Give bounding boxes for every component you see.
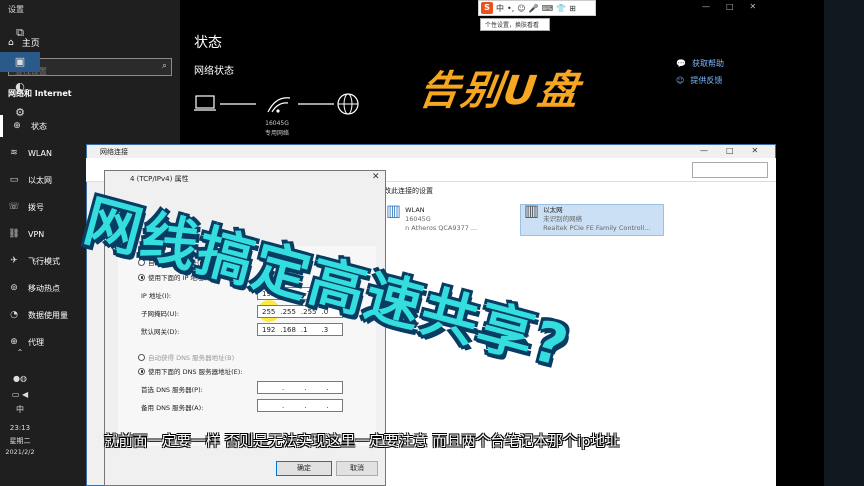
feedback-link[interactable]: ☺ 提供反馈 (676, 75, 722, 86)
mask-octet: 255 (262, 307, 276, 316)
radio-dot (138, 353, 145, 361)
sidebar-item-label: 飞行模式 (28, 256, 60, 266)
wifi-icon: ≋ (10, 148, 18, 158)
auto-dns-label: 自动获得 DNS 服务器地址(B) (148, 354, 235, 362)
tray-network-icon[interactable]: ▭ ◀ (0, 390, 40, 399)
gw-octet: 168 (282, 325, 296, 334)
sidebar-item-label: VPN (28, 229, 45, 239)
cancel-button[interactable]: 取消 (336, 461, 378, 476)
net-window-title: 网络连接 (100, 148, 128, 156)
adapter-name: 以太网 (543, 206, 563, 214)
video-headline: 告别U盘 (416, 68, 584, 114)
window-controls[interactable]: —□✕ (702, 2, 772, 11)
sidebar-item-label: 以太网 (28, 175, 52, 185)
clock-time[interactable]: 23:13 (0, 424, 40, 432)
adapter-wlan[interactable]: ▥ WLAN 16045G n Atheros QCA9377 ... (386, 201, 478, 233)
ime-punct-icon[interactable]: •, (507, 4, 514, 13)
window-title: 设置 (8, 5, 24, 14)
radio-dot (138, 273, 145, 281)
ip-label: IP 地址(I): (141, 292, 172, 300)
globe-icon: ⊕ (13, 121, 21, 131)
dns1-label: 首选 DNS 服务器(P): (141, 386, 203, 394)
hotspot-icon: ⊚ (10, 283, 18, 293)
mic-icon[interactable]: 🎤 (529, 4, 539, 13)
gateway-label: 默认网关(D): (141, 328, 180, 336)
net-window-controls[interactable]: —□✕ (700, 146, 776, 155)
sidebar-item-label: 移动热点 (28, 283, 60, 293)
get-help-link[interactable]: 💬 获取帮助 (676, 58, 724, 69)
alternate-dns-field[interactable]: ... (257, 399, 343, 412)
adapter-ethernet[interactable]: ▥ 以太网 未识别的网络 Realtek PCIe FE Family Cont… (524, 201, 651, 233)
sidebar-item-label: 数据使用量 (28, 310, 68, 320)
wifi-signal-icon (267, 97, 291, 113)
adapter-network: 未识别的网络 (543, 215, 583, 223)
net-window-search[interactable] (692, 162, 768, 178)
sidebar-item-label: WLAN (28, 148, 53, 158)
internet-globe-icon (337, 93, 359, 115)
network-status-heading: 网络状态 (194, 66, 234, 77)
auto-dns-radio[interactable]: 自动获得 DNS 服务器地址(B) (138, 352, 234, 362)
mask-label: 子网掩码(U): (141, 310, 180, 318)
task-view-icon[interactable]: ⧉ (0, 26, 40, 40)
dialog-title: 4 (TCP/IPv4) 属性 (130, 175, 189, 183)
chevron-up-icon[interactable]: ⌃ (0, 348, 40, 357)
vpn-icon: ⛓ (8, 229, 20, 239)
dns2-label: 备用 DNS 服务器(A): (141, 404, 204, 412)
adapter-device: n Atheros QCA9377 ... (405, 224, 478, 232)
close-icon[interactable]: ✕ (372, 172, 380, 182)
adapter-network: 16045G (405, 215, 431, 223)
ime-tooltip: 个性设置，换肤看看 (480, 18, 550, 31)
adapter-device: Realtek PCIe FE Family Controll... (543, 224, 651, 232)
pc-icon (194, 95, 216, 111)
feedback-icon: ☺ (676, 76, 685, 85)
gw-octet: 192 (262, 325, 276, 334)
app-globe-icon[interactable]: ◐ (0, 80, 40, 93)
gear-icon[interactable]: ⚙ (0, 106, 40, 119)
skin-icon[interactable]: 👕 (556, 4, 566, 13)
sogou-logo-icon: S (481, 2, 493, 14)
search-icon: ⌕ (161, 61, 167, 71)
video-subtitle: 就前面一定要一样 否则是无法实现这里一定要注意 而且两个台笔记本那个ip地址 (104, 434, 620, 450)
gw-octet: 3 (323, 325, 329, 334)
network-type: 专用网络 (264, 130, 289, 137)
chat-icon: 💬 (676, 59, 686, 68)
ok-button[interactable]: 确定 (276, 461, 332, 476)
app-window-icon[interactable]: ▣ (0, 52, 40, 72)
airplane-icon: ✈ (10, 256, 18, 266)
tray-wechat-icon[interactable]: ●◍ (0, 374, 40, 383)
keyboard-icon[interactable]: ⌨ (542, 4, 554, 13)
clock-weekday[interactable]: 星期二 (0, 436, 40, 446)
sidebar-item-label: 代理 (28, 337, 44, 347)
ime-mode[interactable]: 中 (496, 3, 504, 14)
network-ssid: 16045G (265, 120, 289, 127)
page-title: 状态 (194, 35, 222, 51)
ime-toolbar[interactable]: S 中 •, ☺ 🎤 ⌨ 👕 ⊞ (478, 0, 596, 16)
data-usage-icon: ◔ (10, 310, 18, 320)
clock-date[interactable]: 2021/2/2 (0, 448, 40, 456)
grid-icon[interactable]: ⊞ (569, 4, 576, 13)
dialup-icon: ☏ (8, 202, 20, 212)
manual-dns-label: 使用下面的 DNS 服务器地址(E): (148, 368, 243, 376)
proxy-icon: ⊕ (10, 337, 18, 347)
change-settings-link[interactable]: 改此连接的设置 (384, 186, 433, 196)
sidebar-item-label: 拨号 (28, 202, 44, 212)
radio-dot (138, 367, 145, 375)
emoji-icon[interactable]: ☺ (517, 4, 525, 13)
gateway-field[interactable]: 192. 168. 1. 3 (257, 323, 343, 336)
gw-octet: 1 (303, 325, 308, 334)
ethernet-adapter-icon: ▥ (524, 201, 540, 220)
wlan-adapter-icon: ▥ (386, 201, 402, 220)
get-help-label: 获取帮助 (691, 59, 724, 68)
preferred-dns-field[interactable]: ... (257, 381, 343, 394)
sidebar-item-label: 状态 (31, 121, 47, 131)
manual-dns-radio[interactable]: 使用下面的 DNS 服务器地址(E): (138, 366, 243, 376)
taskbar (824, 0, 864, 486)
ethernet-icon: ▭ (9, 175, 19, 185)
tray-ime[interactable]: 中 (0, 404, 40, 415)
adapter-name: WLAN (405, 206, 425, 214)
feedback-label: 提供反馈 (690, 76, 723, 85)
